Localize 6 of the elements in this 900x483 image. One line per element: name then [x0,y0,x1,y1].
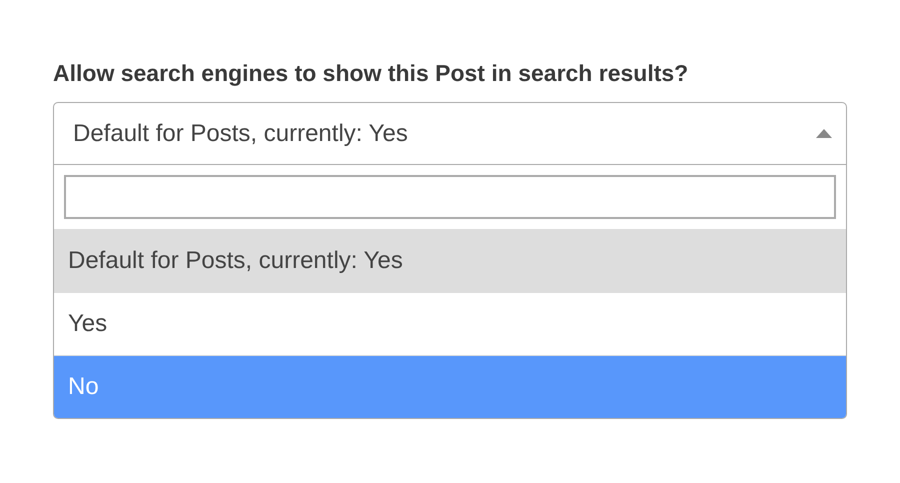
select-dropdown[interactable]: Default for Posts, currently: Yes [53,102,847,165]
field-label: Allow search engines to show this Post in search results? [53,59,690,88]
search-field[interactable] [64,175,836,219]
caret-icon [816,129,832,138]
selected-value: Default for Posts, currently: Yes [73,118,408,148]
dropdown-option[interactable]: Default for Posts, currently: Yes [54,229,846,292]
